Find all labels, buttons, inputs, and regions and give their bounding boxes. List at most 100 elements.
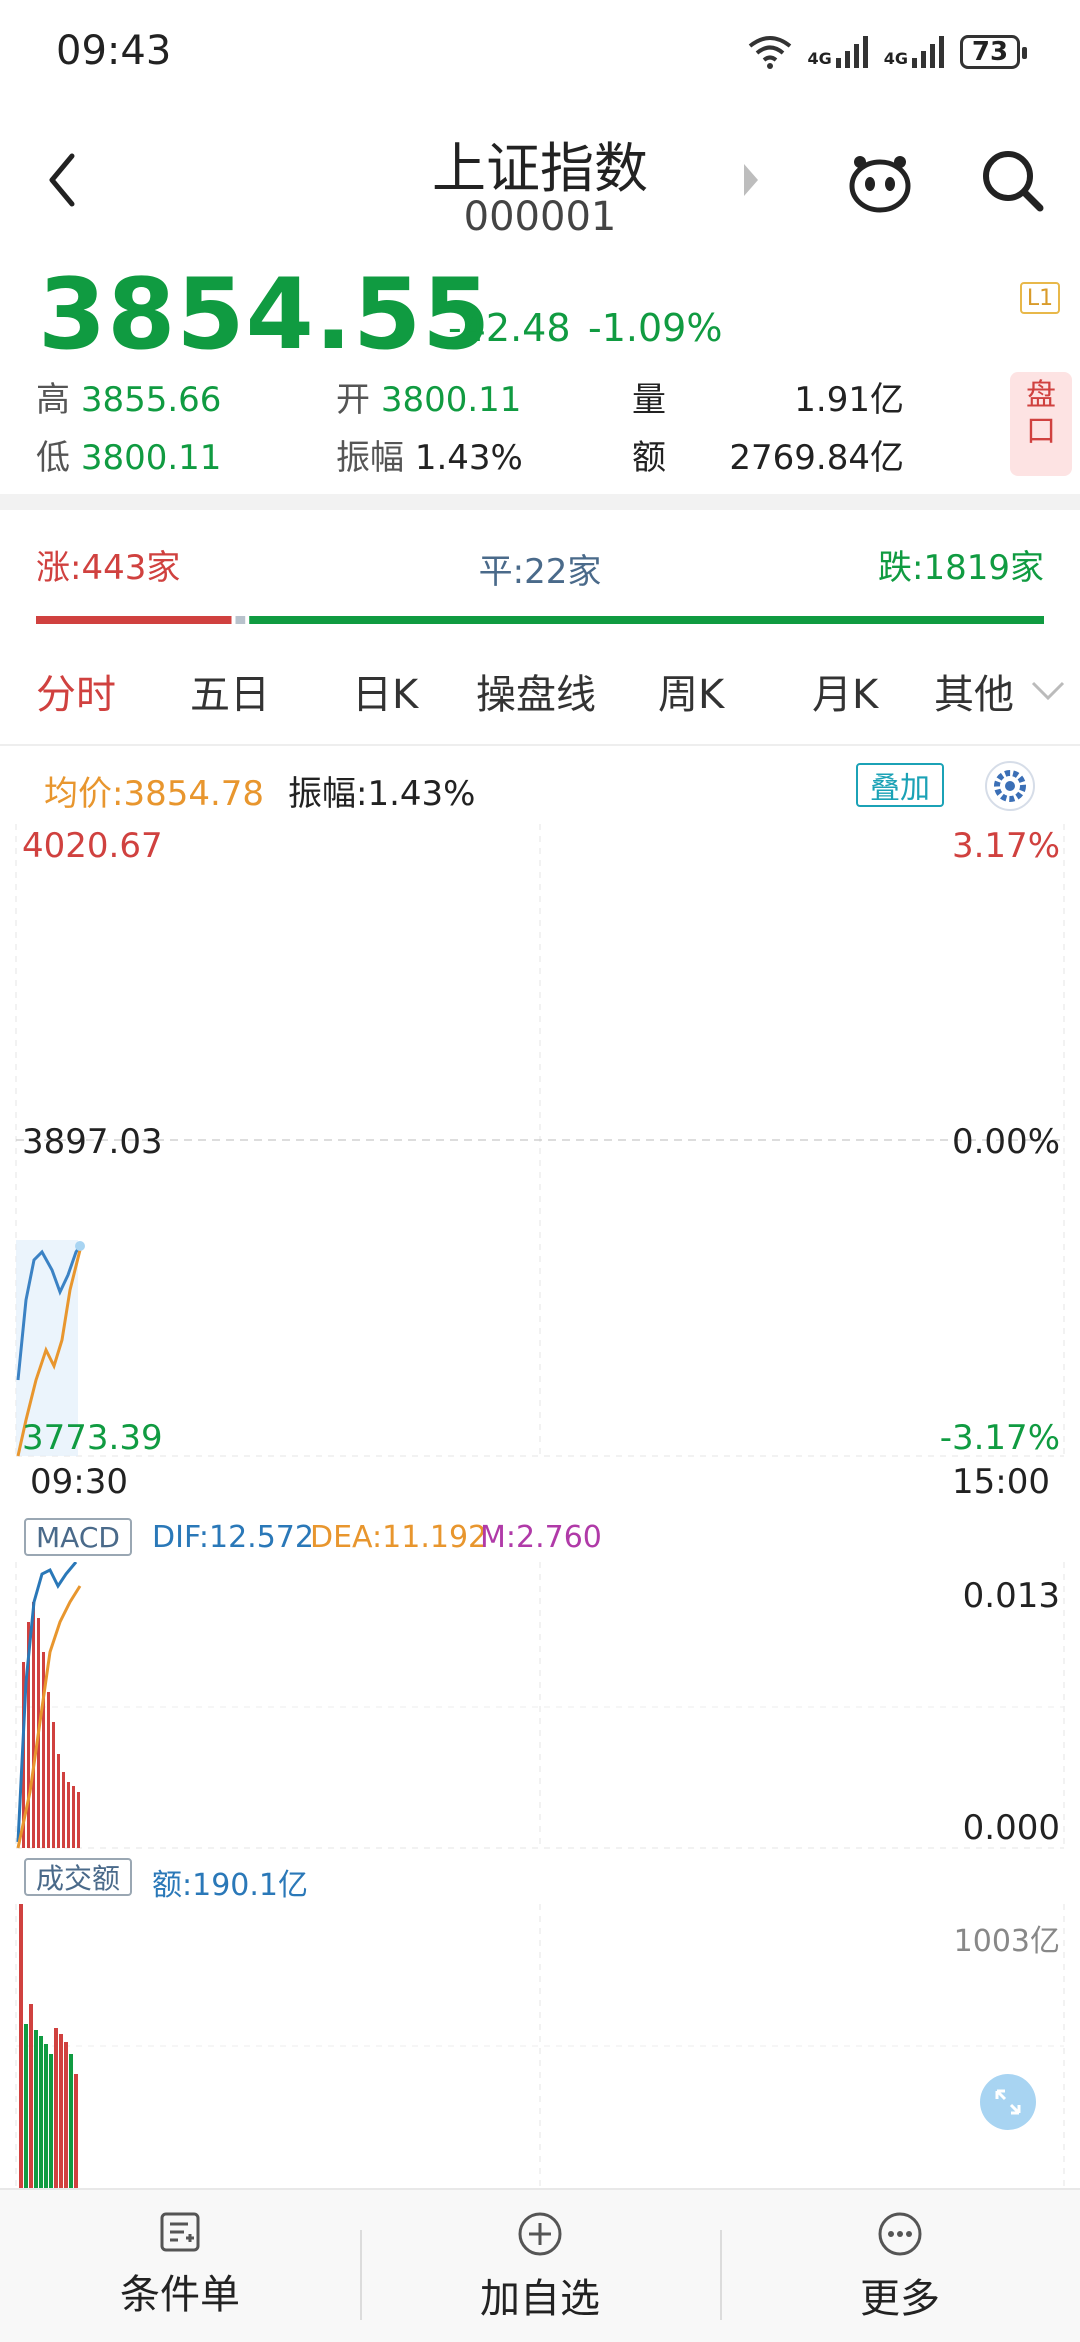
macd-bar xyxy=(77,1792,80,1848)
open-row: 开 3800.11 xyxy=(336,372,521,421)
expand-button[interactable] xyxy=(980,2074,1036,2130)
turnover-bar xyxy=(34,2030,38,2188)
macd-axis-top: 0.013 xyxy=(962,1576,1060,1616)
low-label: 低 xyxy=(36,438,70,478)
cell-signal-1: 4G xyxy=(807,36,869,68)
condition-order-label: 条件单 xyxy=(120,2272,240,2318)
pankou-label: 盘口 xyxy=(1026,378,1056,449)
chart-period-tabs: 分时 五日 日K 操盘线 周K 月K 其他 xyxy=(0,662,1080,732)
low-value: 3800.11 xyxy=(80,438,222,478)
turnover-tag[interactable]: 成交额 xyxy=(24,1858,133,1896)
gear-icon[interactable] xyxy=(984,760,1036,812)
more-label: 更多 xyxy=(860,2276,940,2322)
low-row: 低 3800.11 xyxy=(36,430,221,479)
amplitude-label: 振幅 xyxy=(336,438,404,478)
price-axis-bottom: 3773.39 xyxy=(22,1418,163,1458)
battery-icon: 73 xyxy=(960,35,1027,69)
section-divider xyxy=(0,494,1080,510)
search-icon[interactable] xyxy=(980,148,1046,214)
volume-value: 1.91亿 xyxy=(794,380,904,420)
signal-icon xyxy=(835,36,868,68)
overlay-button[interactable]: 叠加 xyxy=(856,763,944,807)
add-icon xyxy=(518,2212,562,2256)
status-icons: 4G 4G 73 xyxy=(747,30,1027,74)
price-change-pct: -1.09% xyxy=(588,306,723,350)
macd-bar xyxy=(72,1786,75,1848)
bottom-nav: 条件单 加自选 更多 xyxy=(0,2188,1080,2342)
signal-icon xyxy=(912,36,944,68)
price-axis-mid: 3897.03 xyxy=(22,1122,163,1162)
macd-chart[interactable] xyxy=(0,1562,1080,1852)
stock-code: 000001 xyxy=(463,194,617,240)
turnover-bar xyxy=(69,2054,73,2188)
pct-axis-top: 3.17% xyxy=(951,826,1060,866)
more-button[interactable]: 更多 xyxy=(780,2210,1020,2324)
pct-axis-bottom: -3.17% xyxy=(939,1418,1060,1458)
robot-assistant-icon[interactable] xyxy=(846,150,914,214)
turnover-amount: 额:190.1亿 xyxy=(152,1868,308,1903)
amount-value: 2769.84亿 xyxy=(729,438,904,478)
network-type-label: 4G xyxy=(807,49,832,68)
add-watchlist-button[interactable]: 加自选 xyxy=(420,2210,660,2324)
macd-bar xyxy=(62,1772,65,1848)
tab-other[interactable]: 其他 xyxy=(934,662,1014,720)
breadth-up-segment xyxy=(36,616,232,624)
condition-order-button[interactable]: 条件单 xyxy=(60,2210,300,2320)
high-value: 3855.66 xyxy=(80,380,222,420)
macd-bar xyxy=(32,1602,35,1848)
nav-divider xyxy=(360,2230,362,2320)
macd-dif: DIF:12.572 xyxy=(152,1520,314,1555)
turnover-bar xyxy=(59,2034,63,2188)
page-title: 上证指数 xyxy=(432,137,648,200)
next-arrow-icon[interactable] xyxy=(740,160,762,200)
turnover-bar xyxy=(49,2054,53,2188)
average-price: 均价:3854.78 xyxy=(44,774,265,814)
tab-five-day[interactable]: 五日 xyxy=(190,662,270,720)
price-change: -42.48 xyxy=(448,306,571,350)
price-axis-top: 4020.67 xyxy=(22,826,163,866)
macd-axis-bottom: 0.000 xyxy=(962,1808,1060,1848)
high-row: 高 3855.66 xyxy=(36,372,221,421)
macd-dea: DEA:11.192 xyxy=(310,1520,488,1555)
chevron-down-icon[interactable] xyxy=(1030,680,1066,702)
status-bar: 09:43 4G 4G 73 xyxy=(0,0,1080,110)
level-badge[interactable]: L1 xyxy=(1020,282,1060,314)
nav-divider xyxy=(720,2230,722,2320)
add-watchlist-label: 加自选 xyxy=(480,2276,600,2322)
battery-level: 73 xyxy=(971,37,1009,67)
amplitude-value: 1.43% xyxy=(414,438,523,478)
wifi-icon xyxy=(749,36,792,69)
open-label: 开 xyxy=(336,380,370,420)
macd-bar xyxy=(47,1692,50,1848)
pankou-button[interactable]: 盘口 xyxy=(1010,372,1072,476)
status-time: 09:43 xyxy=(56,28,172,74)
latest-price-dot xyxy=(75,1241,85,1251)
intraday-chart[interactable] xyxy=(0,820,1080,1520)
macd-bar xyxy=(52,1722,55,1848)
turnover-bar xyxy=(44,2044,48,2188)
tab-monthly-k[interactable]: 月K xyxy=(812,662,878,720)
tab-trading-line[interactable]: 操盘线 xyxy=(476,662,596,720)
pct-axis-mid: 0.00% xyxy=(951,1122,1060,1162)
cell-signal-2: 4G xyxy=(884,36,946,68)
intraday-amplitude: 振幅:1.43% xyxy=(288,774,476,814)
tab-daily-k[interactable]: 日K xyxy=(352,662,418,720)
decliners-count: 跌:1819家 xyxy=(878,548,1044,588)
breadth-down-segment xyxy=(249,616,1044,624)
condition-order-icon xyxy=(160,2212,200,2252)
turnover-bar xyxy=(29,2004,33,2188)
tab-weekly-k[interactable]: 周K xyxy=(658,662,724,720)
macd-tag[interactable]: MACD xyxy=(24,1518,132,1556)
market-breadth-bar xyxy=(36,616,1044,624)
tab-intraday[interactable]: 分时 xyxy=(36,662,116,720)
turnover-bar xyxy=(24,2024,28,2188)
turnover-chart[interactable] xyxy=(0,1904,1080,2188)
network-type-label: 4G xyxy=(883,49,908,68)
tabs-divider xyxy=(0,744,1080,746)
time-axis-end: 15:00 xyxy=(952,1462,1050,1502)
high-label: 高 xyxy=(36,380,70,420)
open-value: 3800.11 xyxy=(380,380,522,420)
expand-icon xyxy=(995,2089,1021,2115)
breadth-flat-segment xyxy=(235,616,246,624)
macd-bar xyxy=(57,1754,60,1848)
